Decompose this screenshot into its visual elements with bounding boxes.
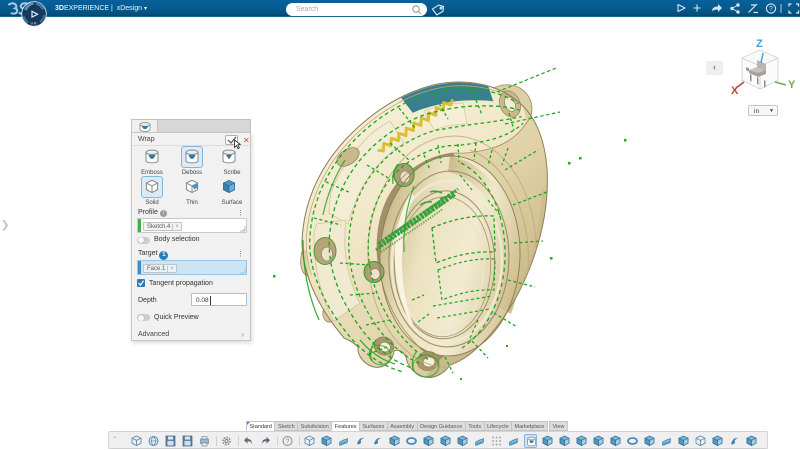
svg-text:V.R: V.R	[31, 21, 37, 26]
svg-text:Z: Z	[756, 38, 763, 50]
svg-text:X: X	[731, 85, 739, 97]
svg-text:?: ?	[286, 438, 290, 445]
svg-text:?: ?	[769, 6, 773, 13]
svg-text:Y: Y	[788, 79, 796, 91]
